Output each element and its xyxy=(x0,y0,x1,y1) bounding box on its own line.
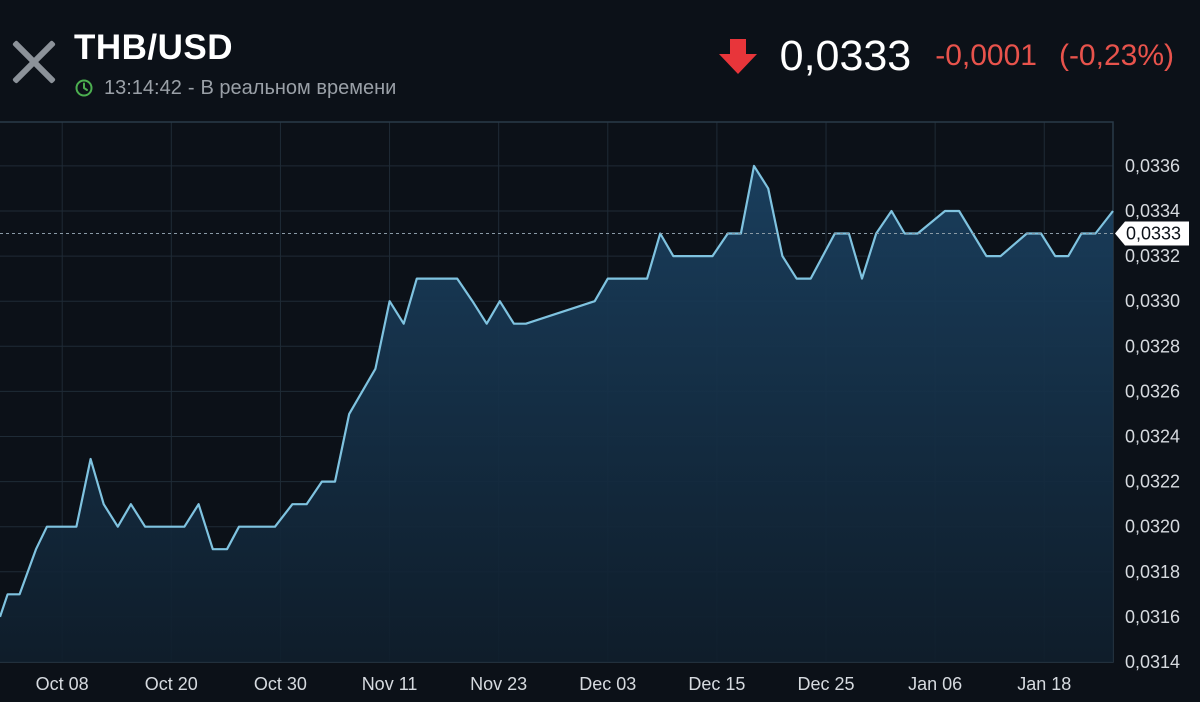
y-tick-label: 0,0330 xyxy=(1125,291,1180,311)
x-tick-label: Jan 18 xyxy=(1017,674,1071,694)
y-tick-label: 0,0334 xyxy=(1125,201,1180,221)
y-tick-label: 0,0332 xyxy=(1125,246,1180,266)
down-arrow-icon xyxy=(718,39,757,74)
price-chart[interactable]: 0,0336 0,0334 0,0332 0,0330 0,0328 0,0326 0,03… xyxy=(0,0,1200,702)
x-tick-label: Dec 25 xyxy=(797,674,854,694)
y-tick-label: 0,0324 xyxy=(1125,427,1180,447)
x-tick-label: Oct 08 xyxy=(36,674,89,694)
x-tick-label: Oct 20 xyxy=(145,674,198,694)
y-tick-label: 0,0314 xyxy=(1125,652,1180,672)
update-time: 13:14:42 xyxy=(104,76,182,99)
x-axis: Oct 08 Oct 20 Oct 30 Nov 11 Nov 23 Dec 03 Dec … xyxy=(36,674,1072,694)
pair-title: THB/USD xyxy=(74,28,234,67)
y-tick-label: 0,0328 xyxy=(1125,336,1180,356)
separator: - xyxy=(187,76,195,99)
price-change: -0,0001 xyxy=(935,39,1037,72)
x-tick-label: Nov 23 xyxy=(470,674,527,694)
current-price: 0,0333 xyxy=(779,31,912,80)
x-tick-label: Oct 30 xyxy=(254,674,307,694)
y-tick-label: 0,0320 xyxy=(1125,517,1180,537)
y-tick-label: 0,0326 xyxy=(1125,381,1180,401)
y-tick-label: 0,0316 xyxy=(1125,607,1180,627)
x-tick-label: Nov 11 xyxy=(362,674,418,694)
current-price-label: 0,0333 xyxy=(1126,224,1181,244)
current-price-marker: 0,0333 xyxy=(1115,221,1189,246)
price-area-fill xyxy=(0,165,1113,662)
price-block: 0,0333 -0,0001 (-0,23%) xyxy=(718,30,1174,82)
clock-icon xyxy=(75,79,93,97)
y-tick-label: 0,0322 xyxy=(1125,472,1180,492)
x-tick-label: Jan 06 xyxy=(908,674,962,694)
x-tick-label: Dec 03 xyxy=(579,674,636,694)
y-tick-label: 0,0336 xyxy=(1125,156,1180,176)
close-icon[interactable] xyxy=(10,38,58,86)
status-line: 13:14:42 - В реальном времени xyxy=(74,77,396,99)
realtime-label: В реальном времени xyxy=(200,76,397,99)
x-tick-label: Dec 15 xyxy=(688,674,745,694)
price-change-percent: (-0,23%) xyxy=(1058,39,1174,72)
y-tick-label: 0,0318 xyxy=(1125,562,1180,582)
